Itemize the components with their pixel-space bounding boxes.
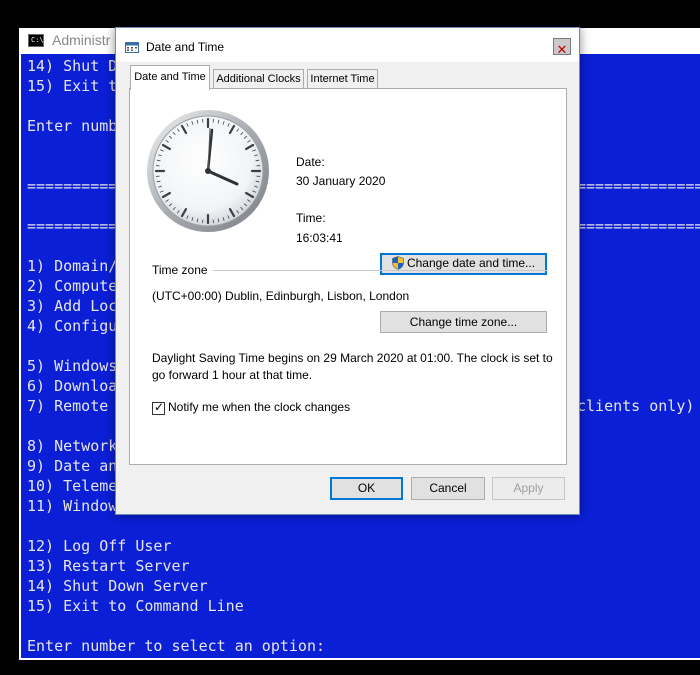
console-line: ========== [27,177,118,195]
command-prompt-icon: C:\. [28,34,48,47]
console-prompt: Enter number to select an option: [27,637,326,655]
notify-checkbox[interactable]: ✓ [152,400,165,415]
console-line: 3) Add Loc [27,297,118,315]
date-and-time-dialog: Date and Time ✕ Date and Time Additional… [115,27,580,515]
checkmark-icon: ✓ [154,400,165,414]
console-line: 14) Shut D [27,57,118,75]
uac-shield-icon [392,256,404,270]
tab-internet-time[interactable]: Internet Time [307,69,378,89]
notify-label[interactable]: Notify me when the clock changes [168,400,350,414]
console-separator-fragment: ===================== [577,177,700,195]
change-time-zone-button[interactable]: Change time zone... [380,311,547,333]
date-value: 30 January 2020 [296,174,386,188]
timezone-value: (UTC+00:00) Dublin, Edinburgh, Lisbon, L… [152,289,410,303]
console-line-fragment: clients only) [577,397,695,415]
tab-date-and-time[interactable]: Date and Time [130,65,210,90]
tab-additional-clocks[interactable]: Additional Clocks [213,69,304,89]
console-line: 14) Shut Down Server [27,577,208,595]
console-line: 6) Downloa [27,377,118,395]
change-date-and-time-button[interactable]: Change date and time... [380,253,547,275]
console-line: 12) Log Off User [27,537,172,555]
console-line: 9) Date an [27,457,118,475]
console-title: Administr [52,32,111,48]
ok-button[interactable]: OK [330,477,403,500]
console-line: ========== [27,217,118,235]
cancel-button[interactable]: Cancel [411,477,485,500]
dialog-title: Date and Time [146,40,225,54]
calendar-clock-icon [125,42,139,53]
dialog-titlebar[interactable]: Date and Time ✕ [116,28,579,62]
date-label: Date: [296,155,325,169]
analog-clock [147,110,269,232]
console-separator-fragment: ===================== [577,217,700,235]
console-line: Enter numb [27,117,118,135]
console-line: 8) Network [27,437,118,455]
console-line: 11) Window [27,497,118,515]
dst-info-line2: go forward 1 hour at that time. [152,368,313,382]
time-label: Time: [296,211,326,225]
console-line: 15) Exit to Command Line [27,597,244,615]
time-value: 16:03:41 [296,231,343,245]
console-line: 10) Teleme [27,477,118,495]
console-line: 13) Restart Server [27,557,190,575]
timezone-divider [213,270,548,271]
console-line: 7) Remote [27,397,118,415]
timezone-section-header: Time zone [152,263,208,277]
console-line: 2) Compute [27,277,118,295]
close-button[interactable]: ✕ [553,38,571,58]
console-line: 4) Configu [27,317,118,335]
tab-panel: Date: 30 January 2020 Time: 16:03:41 Cha… [129,88,567,465]
close-icon: ✕ [556,43,568,58]
dst-info-line1: Daylight Saving Time begins on 29 March … [152,351,553,365]
console-line: 15) Exit t [27,77,118,95]
console-line: 1) Domain/ [27,257,118,275]
console-line: 5) Windows [27,357,118,375]
apply-button[interactable]: Apply [492,477,565,500]
